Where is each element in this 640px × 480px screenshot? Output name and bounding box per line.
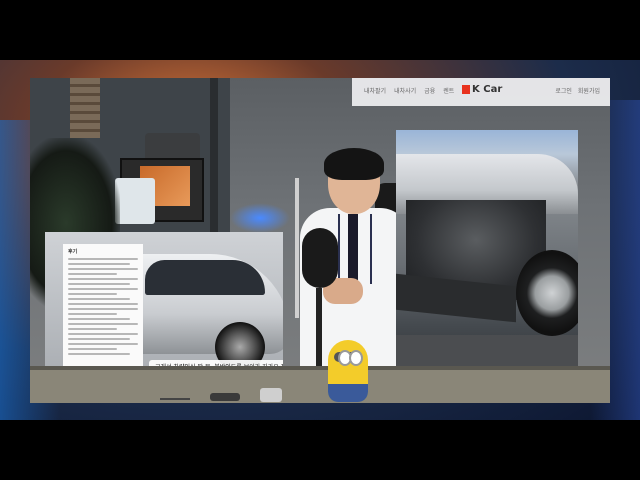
microphone-icon bbox=[302, 228, 338, 288]
desk-object bbox=[210, 393, 240, 401]
document-title: 후기 bbox=[68, 249, 78, 255]
document-text-line bbox=[68, 278, 138, 280]
studio-lamp bbox=[115, 178, 155, 224]
document-text-line bbox=[68, 263, 130, 265]
document-text-line bbox=[68, 288, 138, 290]
document-text-line bbox=[68, 343, 138, 345]
signup-link[interactable]: 회원가입 bbox=[578, 86, 600, 95]
review-document: 후기 bbox=[63, 244, 143, 376]
document-text-line bbox=[68, 348, 117, 350]
document-text-line bbox=[68, 328, 117, 330]
desk-cup bbox=[260, 388, 282, 402]
login-link[interactable]: 로그인 bbox=[555, 86, 572, 95]
desk bbox=[30, 370, 610, 403]
document-text-line bbox=[68, 258, 138, 260]
website-overlay: 내차팔기 내차사기 금융 렌트 K Car 로그인 회원가입 bbox=[352, 78, 610, 106]
presenter-hair bbox=[324, 148, 384, 180]
studio-video: 내차팔기 내차사기 금융 렌트 K Car 로그인 회원가입 후기 bbox=[30, 78, 610, 403]
website-logo-text: K Car bbox=[472, 84, 503, 95]
letterbox-bottom bbox=[0, 420, 640, 480]
mini-tripod bbox=[160, 378, 190, 400]
website-nav-item[interactable]: 내차사기 bbox=[394, 86, 416, 95]
document-text-line bbox=[68, 333, 138, 335]
document-text-line bbox=[68, 353, 130, 355]
document-text-line bbox=[68, 323, 138, 325]
document-text-line bbox=[68, 298, 130, 300]
car-wheel bbox=[516, 250, 578, 336]
website-nav-item[interactable]: 내차팔기 bbox=[364, 86, 386, 95]
minion-overalls bbox=[328, 384, 368, 402]
document-text-line bbox=[68, 318, 130, 320]
letterbox-top bbox=[0, 0, 640, 60]
document-text-line bbox=[68, 338, 130, 340]
kcar-logo-icon bbox=[462, 85, 470, 94]
blue-light bbox=[230, 203, 290, 233]
video-frame: 내차팔기 내차사기 금융 렌트 K Car 로그인 회원가입 후기 bbox=[0, 60, 640, 420]
crash-photo bbox=[396, 130, 578, 374]
website-nav: 내차팔기 내차사기 금융 렌트 bbox=[364, 86, 454, 95]
document-text-line bbox=[68, 313, 117, 315]
document-car-overlay: 후기 그래서 bbox=[45, 232, 283, 378]
minion-figure bbox=[328, 340, 368, 402]
document-text-line bbox=[68, 308, 138, 310]
studio-shelf bbox=[70, 78, 100, 138]
document-text-line bbox=[68, 283, 130, 285]
document-text-line bbox=[68, 268, 138, 270]
website-nav-item[interactable]: 금융 bbox=[424, 86, 435, 95]
minion-eye bbox=[349, 350, 363, 366]
website-logo[interactable]: K Car bbox=[462, 84, 502, 95]
light-stand bbox=[295, 178, 299, 318]
website-nav-item[interactable]: 렌트 bbox=[443, 86, 454, 95]
microphone-stand bbox=[316, 288, 322, 378]
document-text-line bbox=[68, 303, 138, 305]
document-text-line bbox=[68, 293, 117, 295]
car-window bbox=[145, 260, 265, 295]
website-account-links: 로그인 회원가입 bbox=[555, 86, 600, 95]
document-text-line bbox=[68, 273, 117, 275]
